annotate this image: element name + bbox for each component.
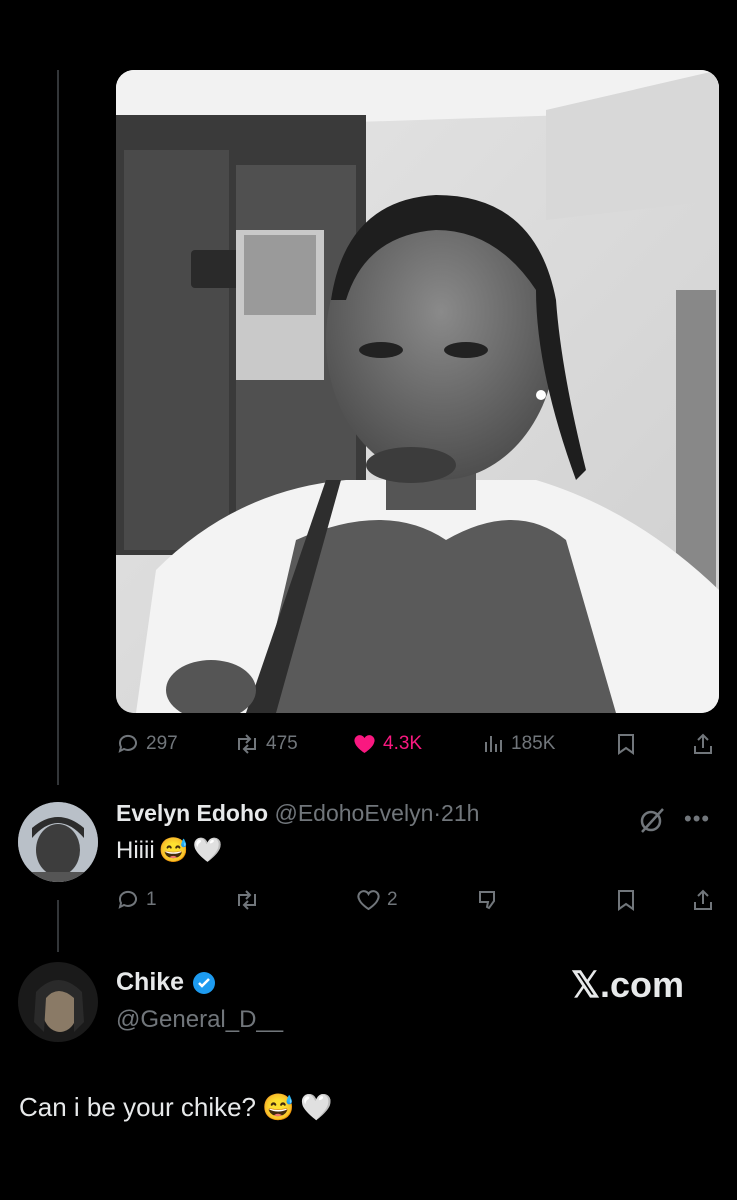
more-icon[interactable]: ••• — [684, 806, 710, 832]
reply-share-button[interactable] — [692, 888, 714, 912]
repost-count: 475 — [266, 733, 298, 754]
downvote-icon — [479, 891, 495, 910]
reply-display-name[interactable]: Evelyn Edoho — [116, 800, 268, 826]
views-icon — [485, 736, 502, 752]
reply-avatar[interactable] — [18, 802, 98, 882]
post-media-image[interactable] — [116, 70, 719, 713]
share-icon — [694, 889, 712, 910]
thread-line-bottom — [57, 900, 59, 952]
grok-button[interactable] — [638, 806, 666, 839]
views-count: 185K — [511, 733, 556, 754]
post-actions: 297 475 4.3K 185K — [116, 732, 719, 762]
reply-icon — [118, 734, 137, 753]
reply-time[interactable]: 21h — [441, 800, 479, 826]
reply-reply-count: 1 — [146, 889, 157, 910]
quote-display-name: Chike — [116, 968, 185, 996]
reply-downvote-button[interactable] — [476, 888, 500, 912]
like-count: 4.3K — [383, 733, 423, 754]
reply-emoji-heart: 🤍 — [192, 837, 223, 864]
quote-emoji-heart: 🤍 — [300, 1092, 333, 1122]
like-button[interactable]: 4.3K — [352, 732, 422, 756]
quote-emoji-sweat: 😅 — [262, 1092, 295, 1122]
reply-bookmark-button[interactable] — [615, 888, 637, 912]
thread-line-top — [57, 70, 59, 785]
share-button[interactable] — [692, 732, 714, 756]
reply-handle[interactable]: @EdohoEvelyn — [274, 800, 433, 826]
quote-author-name[interactable]: Chike — [116, 968, 216, 997]
reply-icon — [118, 890, 137, 909]
reply-like-button[interactable]: 2 — [356, 888, 398, 912]
reply-count: 297 — [146, 733, 178, 754]
bookmark-button[interactable] — [615, 732, 637, 756]
reply-header: Evelyn Edoho @EdohoEvelyn·21h — [116, 800, 479, 827]
bookmark-icon — [618, 890, 634, 911]
x-brand-watermark: 𝕏.com — [571, 964, 685, 1005]
quote-text-content: Can i be your chike? — [19, 1092, 257, 1122]
quote-handle[interactable]: @General_D__ — [116, 1006, 283, 1034]
reply-actions: 1 2 — [116, 888, 719, 918]
reply-text: Hiiii 😅 🤍 — [116, 836, 222, 865]
repost-icon — [238, 734, 256, 754]
reply-separator: · — [433, 800, 442, 826]
grok-icon — [640, 808, 664, 833]
quote-avatar[interactable] — [18, 962, 98, 1042]
like-icon — [357, 890, 380, 911]
reply-repost-button[interactable] — [234, 888, 260, 912]
reply-button[interactable]: 297 — [116, 732, 178, 756]
reply-like-count: 2 — [387, 889, 398, 910]
verified-badge-icon — [193, 971, 216, 994]
repost-button[interactable]: 475 — [234, 732, 298, 756]
like-icon — [354, 735, 375, 753]
bookmark-icon — [618, 734, 634, 755]
repost-icon — [238, 890, 256, 910]
quote-text: Can i be your chike? 😅 🤍 — [19, 1092, 333, 1123]
reply-reply-button[interactable]: 1 — [116, 888, 157, 912]
views-button[interactable]: 185K — [483, 732, 555, 756]
share-icon — [694, 733, 712, 754]
reply-emoji-sweat: 😅 — [158, 837, 189, 864]
reply-text-content: Hiiii — [116, 836, 155, 864]
